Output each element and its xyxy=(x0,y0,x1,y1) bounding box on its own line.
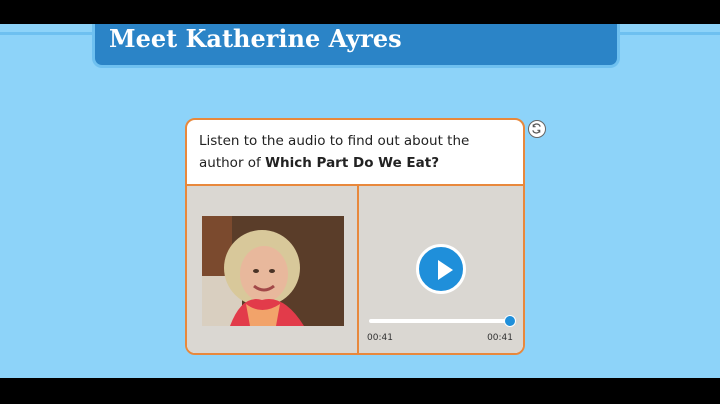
play-button[interactable] xyxy=(416,244,466,294)
prompt-book-title: Which Part Do We Eat? xyxy=(265,155,440,171)
title-bar: Meet Katherine Ayres xyxy=(0,24,720,68)
author-audio-card: Listen to the audio to find out about th… xyxy=(185,118,525,355)
current-time: 00:41 xyxy=(367,333,393,343)
refresh-button[interactable] xyxy=(528,120,546,138)
author-photo xyxy=(202,216,344,326)
audio-progress-track[interactable] xyxy=(369,319,509,323)
duration-time: 00:41 xyxy=(487,333,513,343)
prompt-text: Listen to the audio to find out about th… xyxy=(187,120,523,186)
title-banner: Meet Katherine Ayres xyxy=(92,24,620,68)
title-bar-line-right xyxy=(620,32,720,35)
refresh-icon xyxy=(532,123,541,134)
audio-player: 00:41 00:41 xyxy=(357,186,523,353)
activity-stage: Meet Katherine Ayres Listen to the audio… xyxy=(0,24,720,378)
title-bar-line-left xyxy=(0,32,92,35)
author-photo-drawing xyxy=(202,216,344,326)
page-title: Meet Katherine Ayres xyxy=(109,24,402,53)
audio-progress-thumb[interactable] xyxy=(504,315,516,327)
photo-pane xyxy=(187,186,357,353)
